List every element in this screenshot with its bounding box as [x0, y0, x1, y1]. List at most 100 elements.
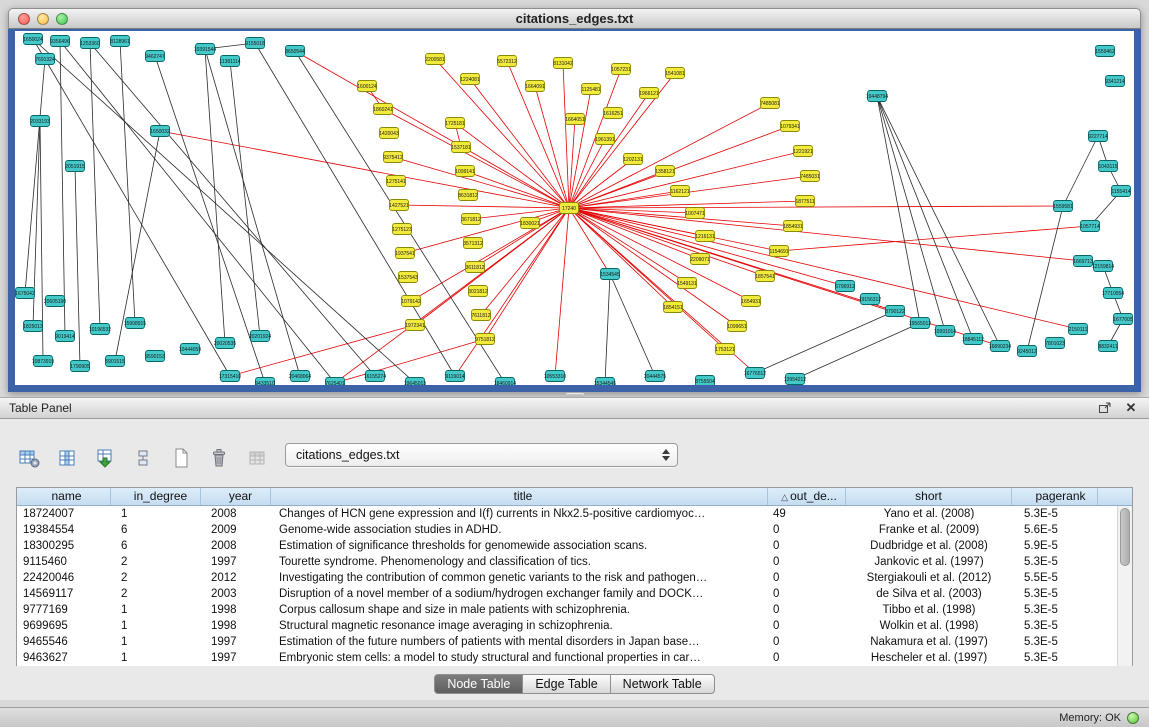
- network-edge[interactable]: [75, 166, 80, 366]
- network-edge[interactable]: [569, 208, 793, 226]
- tab-network-table[interactable]: Network Table: [611, 674, 715, 694]
- network-node[interactable]: 17710554: [1102, 288, 1124, 299]
- table-row[interactable]: 2242004622012Investigating the contribut…: [17, 570, 1117, 586]
- zoom-window-button[interactable]: [56, 13, 68, 25]
- table-selector-dropdown[interactable]: citations_edges.txt: [285, 443, 678, 467]
- network-node[interactable]: 10991014: [934, 326, 956, 337]
- show-columns-icon[interactable]: [54, 446, 80, 470]
- network-node[interactable]: 19156312: [859, 294, 881, 305]
- network-node[interactable]: 20468064: [289, 371, 311, 382]
- table-row[interactable]: 977716911998Corpus callosum shape and si…: [17, 602, 1117, 618]
- minimize-window-button[interactable]: [37, 13, 49, 25]
- network-node[interactable]: 1650024: [23, 34, 43, 45]
- network-node[interactable]: 20605190: [44, 296, 66, 307]
- network-edge[interactable]: [877, 96, 920, 323]
- network-node[interactable]: 9155018: [245, 38, 265, 49]
- network-node[interactable]: 15344545: [594, 378, 616, 386]
- network-node[interactable]: 19565012: [909, 318, 931, 329]
- network-node[interactable]: 7485031: [800, 171, 820, 182]
- network-node[interactable]: 1162121: [670, 186, 689, 197]
- network-node[interactable]: 10873919: [32, 356, 54, 367]
- table-row[interactable]: 1830029562008Estimation of significance …: [17, 538, 1117, 554]
- network-node[interactable]: 1753121: [715, 344, 735, 355]
- network-node[interactable]: 1537181: [451, 142, 471, 153]
- network-node[interactable]: 1154691: [769, 246, 788, 257]
- network-edge[interactable]: [569, 89, 591, 208]
- network-node[interactable]: 3021812: [468, 286, 488, 297]
- network-node[interactable]: 20201924: [249, 331, 271, 342]
- tab-edge-table[interactable]: Edge Table: [523, 674, 610, 694]
- table-row[interactable]: 969969511998Structural magnetic resonanc…: [17, 618, 1117, 634]
- network-node[interactable]: 9245012: [1017, 346, 1037, 357]
- network-edge[interactable]: [255, 43, 455, 376]
- network-node[interactable]: 17240: [560, 203, 579, 214]
- window-titlebar[interactable]: citations_edges.txt: [8, 8, 1141, 29]
- network-node[interactable]: 1937541: [395, 248, 415, 259]
- network-node[interactable]: 15908915: [124, 318, 146, 329]
- table-row[interactable]: 1938455462009Genome-wide association stu…: [17, 522, 1117, 538]
- network-edge[interactable]: [795, 323, 920, 379]
- network-node[interactable]: 20444575: [644, 371, 666, 382]
- network-node[interactable]: 17315410: [219, 371, 241, 382]
- table-row[interactable]: 946362711997Embryonic stem cells: a mode…: [17, 650, 1117, 666]
- network-node[interactable]: 10196532: [89, 324, 111, 335]
- network-node[interactable]: 1664051: [565, 114, 585, 125]
- network-node[interactable]: 10391544: [194, 44, 216, 55]
- network-node[interactable]: 1559581: [1053, 201, 1073, 212]
- network-edge[interactable]: [465, 171, 569, 208]
- network-node[interactable]: 1790905: [70, 361, 90, 372]
- network-node[interactable]: 9019414: [55, 331, 75, 342]
- network-node[interactable]: 1275123: [392, 224, 412, 235]
- vertical-scrollbar[interactable]: [1117, 506, 1132, 666]
- network-node[interactable]: 9356496: [50, 36, 70, 47]
- network-node[interactable]: 1854931: [783, 221, 803, 232]
- network-node[interactable]: 7611812: [471, 310, 490, 321]
- column-header-short[interactable]: short: [846, 488, 1012, 505]
- network-node[interactable]: 7801023: [1045, 338, 1065, 349]
- column-header-title[interactable]: title: [271, 488, 768, 505]
- network-node[interactable]: 9119014: [445, 371, 464, 382]
- network-node[interactable]: 5572312: [497, 56, 517, 67]
- network-edge[interactable]: [230, 61, 260, 336]
- network-node[interactable]: 1537543: [398, 272, 418, 283]
- network-node[interactable]: 16776512: [744, 368, 766, 379]
- column-header-out-degree[interactable]: △out_de...: [768, 488, 846, 505]
- network-node[interactable]: 1825013: [23, 321, 43, 332]
- network-edge[interactable]: [295, 51, 569, 208]
- network-node[interactable]: 8755504: [695, 376, 715, 386]
- network-node[interactable]: 1675042: [15, 288, 35, 299]
- network-node[interactable]: 1854151: [663, 302, 683, 313]
- network-edge[interactable]: [399, 205, 569, 208]
- network-node[interactable]: 1099141: [455, 166, 475, 177]
- network-node[interactable]: 1541081: [665, 68, 685, 79]
- network-edge[interactable]: [90, 43, 100, 329]
- network-node[interactable]: 1664091: [525, 81, 545, 92]
- new-file-icon[interactable]: [168, 446, 194, 470]
- network-node[interactable]: 1616251: [603, 108, 623, 119]
- network-edge[interactable]: [569, 206, 1063, 208]
- network-node[interactable]: 1420043: [379, 128, 399, 139]
- network-node[interactable]: 1221921: [793, 146, 813, 157]
- network-node[interactable]: 7625401: [325, 378, 345, 386]
- network-node[interactable]: 11381114: [219, 56, 240, 67]
- network-node[interactable]: 9590153: [145, 351, 165, 362]
- network-node[interactable]: 1099651: [727, 321, 747, 332]
- network-node[interactable]: 19645013: [404, 378, 426, 386]
- network-node[interactable]: 3611812: [465, 262, 484, 273]
- network-node[interactable]: 1079142: [401, 296, 421, 307]
- network-edge[interactable]: [569, 208, 1078, 329]
- network-node[interactable]: 1830021: [520, 218, 540, 229]
- network-node[interactable]: 10444059: [179, 344, 201, 355]
- network-edge[interactable]: [470, 79, 569, 208]
- network-node[interactable]: 5901515: [105, 356, 125, 367]
- network-node[interactable]: 1253360: [80, 38, 100, 49]
- column-header-name[interactable]: name: [17, 488, 111, 505]
- network-node[interactable]: 16155274: [364, 371, 386, 382]
- network-node[interactable]: 1669713: [1073, 256, 1093, 267]
- network-node[interactable]: 9462747: [145, 51, 165, 62]
- network-edge[interactable]: [610, 274, 655, 376]
- network-node[interactable]: 9751812: [475, 334, 495, 345]
- network-node[interactable]: 8131042: [553, 58, 573, 69]
- network-node[interactable]: 8832411: [1098, 341, 1117, 352]
- network-edge[interactable]: [205, 49, 300, 376]
